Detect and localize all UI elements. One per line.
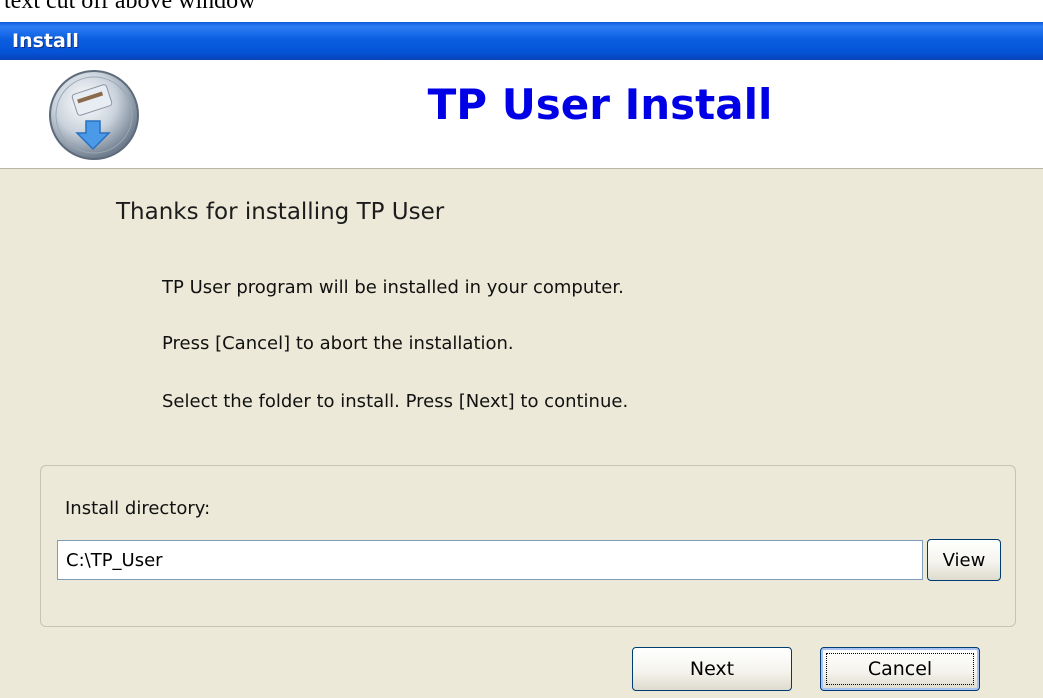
background-page-fragment: text cut off above window (0, 0, 1043, 22)
install-window: Install TP User Install Thanks for insta… (0, 22, 1043, 698)
cancel-button[interactable]: Cancel (820, 647, 980, 691)
install-directory-input[interactable] (57, 540, 923, 580)
focus-rectangle (826, 653, 974, 685)
title-bar[interactable]: Install (0, 22, 1043, 60)
install-disc-arrow-icon (49, 70, 139, 160)
info-line-cancel: Press [Cancel] to abort the installation… (162, 333, 514, 354)
window-title: Install (12, 30, 79, 52)
header-panel: TP User Install (0, 60, 1043, 169)
next-button[interactable]: Next (632, 647, 792, 691)
next-button-label: Next (689, 658, 735, 680)
content-area: Thanks for installing TP User TP User pr… (0, 169, 1043, 698)
welcome-text: Thanks for installing TP User (116, 199, 445, 225)
install-directory-group: Install directory: View (40, 465, 1016, 627)
info-line-next: Select the folder to install. Press [Nex… (162, 391, 629, 412)
install-directory-label: Install directory: (65, 498, 211, 519)
info-line-install: TP User program will be installed in you… (162, 277, 624, 298)
view-button[interactable]: View (927, 539, 1001, 581)
header-title: TP User Install (427, 80, 773, 129)
